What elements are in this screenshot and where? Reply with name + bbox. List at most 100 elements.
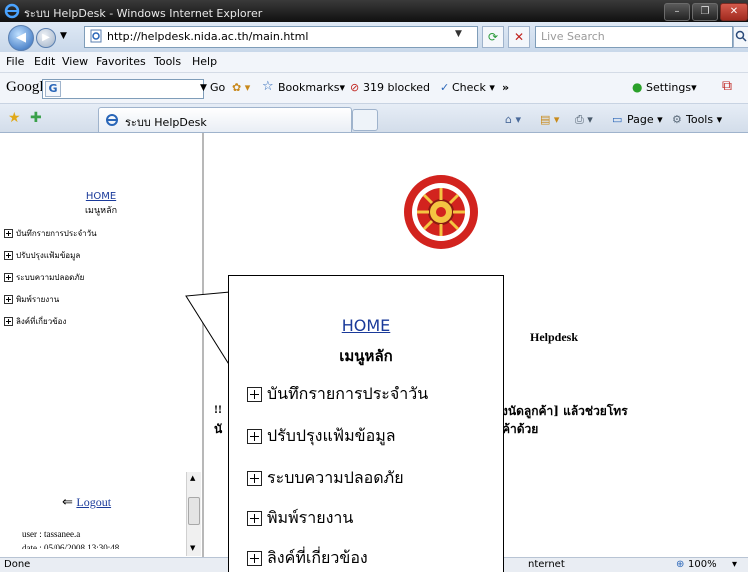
scroll-thumb[interactable] <box>188 497 200 525</box>
notice-line2-start: นั <box>214 422 223 436</box>
expand-icon[interactable] <box>247 471 262 486</box>
expand-icon[interactable] <box>4 295 13 304</box>
settings-button[interactable]: Settings▾ <box>646 81 697 94</box>
search-icon <box>735 30 747 42</box>
zoom-level[interactable]: 100% <box>688 559 717 570</box>
expand-icon[interactable] <box>247 511 262 526</box>
notice-line1-start: !! <box>214 402 222 416</box>
refresh-button[interactable]: ⟳ <box>482 26 504 48</box>
nav-item-security[interactable]: ระบบความปลอดภัย <box>4 271 84 284</box>
forward-button[interactable]: ▶ <box>36 28 56 48</box>
google-toolbar: Google G ▼ Go ✿ ▾ ☆ Bookmarks▾ ⊘ 319 blo… <box>0 73 748 104</box>
address-toolbar: ◀ ▶ ▼ http://helpdesk.nida.ac.th/main.ht… <box>0 22 748 53</box>
toolbar-more-button[interactable]: » <box>502 81 509 94</box>
logout-link[interactable]: Logout <box>76 495 111 509</box>
live-search-placeholder: Live Search <box>541 30 605 43</box>
logout-area[interactable]: ⇐ Logout <box>62 495 111 510</box>
live-search-input[interactable]: Live Search <box>535 26 733 48</box>
tools-gear-icon: ⚙ <box>672 113 682 126</box>
home-link[interactable]: HOME <box>86 191 116 202</box>
notice-line2-end: ค้าด้วย <box>502 422 539 436</box>
tab-helpdesk[interactable]: ระบบ HelpDesk <box>98 107 352 132</box>
status-text: Done <box>4 559 31 570</box>
back-button[interactable]: ◀ <box>8 25 34 51</box>
url-text: http://helpdesk.nida.ac.th/main.html <box>107 30 309 43</box>
callout-pointer <box>185 291 231 368</box>
callout-home-link[interactable]: HOME <box>342 316 391 335</box>
address-field[interactable]: http://helpdesk.nida.ac.th/main.html <box>84 26 478 48</box>
close-button[interactable]: ✕ <box>720 3 748 21</box>
expand-icon[interactable] <box>4 273 13 282</box>
expand-icon[interactable] <box>247 429 262 444</box>
search-button[interactable] <box>733 26 748 48</box>
new-tab-button[interactable] <box>352 109 378 131</box>
menu-favorites[interactable]: Favorites <box>96 55 146 68</box>
bookmarks-button[interactable]: Bookmarks▾ <box>278 81 345 94</box>
title-bar: ระบบ HelpDesk - Windows Internet Explore… <box>0 0 748 22</box>
tab-ie-icon <box>106 114 118 126</box>
google-g-icon[interactable]: G <box>45 81 61 97</box>
nav-item-update[interactable]: ปรับปรุงแฟ้มข้อมูล <box>4 249 80 262</box>
favorites-star-icon[interactable]: ★ <box>8 110 21 126</box>
popup-blocked-count[interactable]: 319 blocked <box>363 81 430 94</box>
date-info: date : 05/06/2008 13:30:48 <box>22 543 120 549</box>
ie-icon <box>4 3 20 19</box>
callout-item-report[interactable]: พิมพ์รายงาน <box>247 506 353 531</box>
history-dropdown-icon[interactable]: ▼ <box>60 31 67 41</box>
spellcheck-icon: ✓ <box>440 81 450 94</box>
address-dropdown-icon[interactable]: ▼ <box>455 29 462 39</box>
tab-title: ระบบ HelpDesk <box>125 116 207 129</box>
expand-icon[interactable] <box>247 387 262 402</box>
zoom-dropdown-icon[interactable]: ▾ <box>732 559 737 570</box>
expand-icon[interactable] <box>4 251 13 260</box>
minimize-button[interactable]: – <box>664 3 690 21</box>
menu-edit[interactable]: Edit <box>34 55 55 68</box>
page-icon <box>90 29 102 43</box>
settings-icon: ● <box>632 80 643 94</box>
callout-item-daily[interactable]: บันทึกรายการประจำวัน <box>247 382 428 407</box>
magnified-nav-callout: HOME เมนูหลัก บันทึกรายการประจำวัน ปรับป… <box>228 275 504 572</box>
maximize-button[interactable]: ❐ <box>692 3 718 21</box>
scroll-up-icon[interactable]: ▲ <box>190 474 195 482</box>
google-pageoptions-icon[interactable]: ✿ ▾ <box>232 81 250 94</box>
callout-item-links[interactable]: ลิงค์ที่เกี่ยวข้อง <box>247 546 368 571</box>
popup-blocker-icon: ⊘ <box>350 81 360 94</box>
nav-item-daily[interactable]: บันทึกรายการประจำวัน <box>4 227 97 240</box>
google-dropdown-icon[interactable]: ▼ <box>200 83 207 93</box>
security-zone: nternet <box>528 559 565 570</box>
expand-icon[interactable] <box>4 317 13 326</box>
menu-title: เมนูหลัก <box>84 206 118 216</box>
add-favorite-icon[interactable]: ✚ <box>30 110 42 126</box>
google-go-button[interactable]: Go <box>210 81 225 94</box>
callout-item-security[interactable]: ระบบความปลอดภัย <box>247 466 404 491</box>
feeds-icon[interactable]: ▤ ▾ <box>540 113 559 126</box>
spellcheck-button[interactable]: Check ▾ <box>452 81 495 94</box>
nav-item-report[interactable]: พิมพ์รายงาน <box>4 293 59 306</box>
expand-icon[interactable] <box>4 229 13 238</box>
bookmark-star-icon: ☆ <box>262 79 274 94</box>
menu-tools[interactable]: Tools <box>154 55 181 68</box>
zoom-icon: ⊕ <box>676 559 685 570</box>
print-icon[interactable]: ⎙ ▾ <box>575 113 593 127</box>
tab-bar: ★ ✚ ระบบ HelpDesk ⌂ ▾ ▤ ▾ ⎙ ▾ ▭ Page ▾ ⚙… <box>0 104 748 133</box>
window-title: ระบบ HelpDesk - Windows Internet Explore… <box>24 7 263 20</box>
stop-button[interactable]: ✕ <box>508 26 530 48</box>
university-seal-logo <box>401 158 481 268</box>
page-menu-button[interactable]: Page ▾ <box>627 113 663 126</box>
menu-help[interactable]: Help <box>192 55 217 68</box>
expand-icon[interactable] <box>247 551 262 566</box>
callout-item-update[interactable]: ปรับปรุงแฟ้มข้อมูล <box>247 424 396 449</box>
helpdesk-heading: Helpdesk <box>530 330 579 344</box>
nav-item-links[interactable]: ลิงค์ที่เกี่ยวข้อง <box>4 315 66 328</box>
menu-bar: File Edit View Favorites Tools Help <box>0 52 748 73</box>
tools-menu-button[interactable]: Tools ▾ <box>686 113 722 126</box>
google-search-input[interactable]: G <box>42 79 204 99</box>
page-menu-icon: ▭ <box>612 113 623 126</box>
left-nav-frame: HOME เมนูหลัก บันทึกรายการประจำวัน ปรับป… <box>0 133 204 557</box>
menu-file[interactable]: File <box>6 55 24 68</box>
menu-view[interactable]: View <box>62 55 88 68</box>
notice-line1-end: งนัดลูกค้า] แล้วช่วยโทร <box>502 404 628 418</box>
scroll-down-icon[interactable]: ▼ <box>190 544 195 552</box>
home-icon[interactable]: ⌂ ▾ <box>505 113 521 126</box>
pdf-icon[interactable]: ⧉ <box>722 78 732 94</box>
